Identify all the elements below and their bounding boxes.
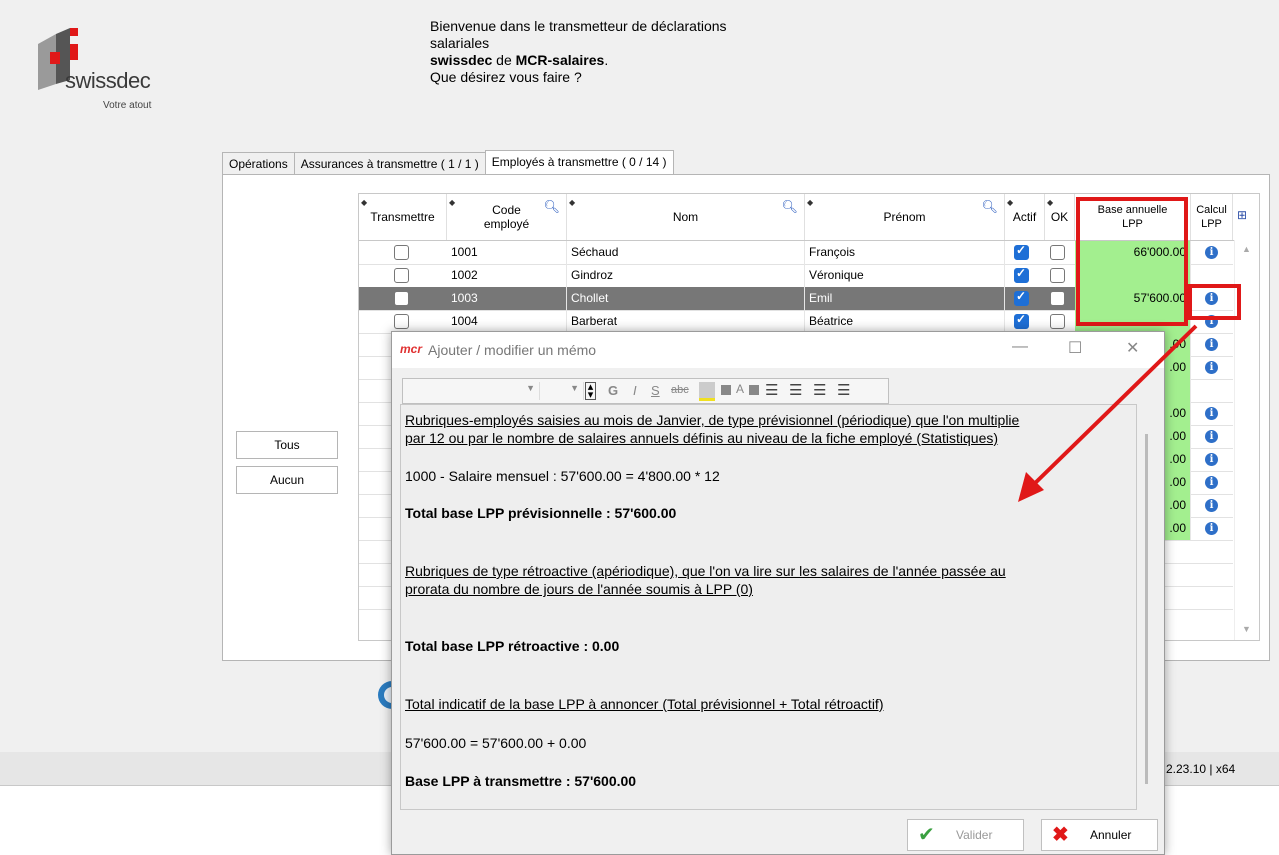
- logo-text: swissdec: [65, 68, 151, 93]
- welcome-line1: Bienvenue dans le transmetteur de déclar…: [430, 18, 727, 34]
- col-code[interactable]: ◆ Code employé 🔍︎: [447, 194, 567, 240]
- prenom-cell: Véronique: [805, 264, 1005, 287]
- memo-line: Rubriques de type rétroactive (apériodiq…: [405, 563, 1006, 579]
- info-icon[interactable]: i: [1205, 522, 1218, 535]
- actif-checkbox[interactable]: [1014, 289, 1029, 306]
- nom-cell: Chollet: [567, 287, 805, 310]
- check-icon: ✔: [918, 824, 935, 846]
- size-select[interactable]: ▼: [543, 382, 584, 400]
- font-color-dropdown-icon[interactable]: [749, 385, 759, 395]
- logo-subtitle: Votre atout: [103, 100, 152, 111]
- format-toolbar: ▼ ▼ ▴ ▾ G I S abc A ☰ ☰ ☰ ☰: [402, 378, 889, 404]
- nom-cell: Barberat: [567, 310, 805, 333]
- prenom-cell: Béatrice: [805, 310, 1005, 333]
- valider-button[interactable]: ✔ Valider: [907, 819, 1024, 851]
- memo-line: Total base LPP prévisionnelle : 57'600.0…: [405, 505, 677, 521]
- memo-line: Total base LPP rétroactive : 0.00: [405, 638, 620, 654]
- transmettre-checkbox[interactable]: [394, 245, 409, 260]
- col-prenom[interactable]: ◆ Prénom 🔍︎: [805, 194, 1005, 240]
- col-ok[interactable]: ◆ OK: [1045, 194, 1075, 240]
- align-justify-icon[interactable]: ☰: [837, 381, 850, 399]
- col-calcul-lpp[interactable]: Calcul LPP: [1191, 194, 1233, 240]
- memo-line: prorata du nombre de jours de l'année so…: [405, 581, 753, 597]
- col-nom[interactable]: ◆ Nom 🔍︎: [567, 194, 805, 240]
- dialog-title: Ajouter / modifier un mémo: [428, 342, 597, 358]
- bold-button[interactable]: G: [608, 383, 618, 398]
- memo-line: 1000 - Salaire mensuel : 57'600.00 = 4'8…: [405, 468, 720, 484]
- annuler-button[interactable]: ✖ Annuler: [1041, 819, 1158, 851]
- ok-checkbox[interactable]: [1050, 291, 1065, 306]
- nom-cell: Séchaud: [567, 241, 805, 264]
- code-cell: 1003: [447, 287, 567, 310]
- code-cell: 1001: [447, 241, 567, 264]
- align-center-icon[interactable]: ☰: [789, 381, 802, 399]
- search-icon[interactable]: 🔍︎: [981, 200, 998, 214]
- strike-button[interactable]: S: [651, 383, 660, 398]
- code-cell: 1002: [447, 264, 567, 287]
- tab-employes[interactable]: Employés à transmettre ( 0 / 14 ): [484, 150, 674, 175]
- highlight-calcul-lpp: [1188, 284, 1241, 320]
- prenom-cell: Emil: [805, 287, 1005, 310]
- font-select[interactable]: ▼: [405, 382, 540, 400]
- memo-line: Base LPP à transmettre : 57'600.00: [405, 773, 637, 789]
- col-actif[interactable]: ◆ Actif: [1005, 194, 1045, 240]
- welcome-line3: swissdec de MCR-salaires.: [430, 52, 609, 68]
- search-icon[interactable]: 🔍︎: [543, 200, 560, 214]
- ok-checkbox[interactable]: [1050, 268, 1065, 283]
- actif-checkbox[interactable]: [1014, 266, 1029, 283]
- col-transmettre[interactable]: ◆ Transmettre: [359, 194, 447, 240]
- tab-assurances[interactable]: Assurances à transmettre ( 1 / 1 ): [293, 152, 486, 175]
- welcome-line2: salariales: [430, 35, 490, 51]
- color-dropdown-icon[interactable]: [721, 385, 731, 395]
- code-cell: 1004: [447, 310, 567, 333]
- version-label: 2.23.10 | x64: [1166, 762, 1236, 776]
- memo-line: 57'600.00 = 57'600.00 + 0.00: [405, 735, 587, 751]
- search-icon[interactable]: 🔍︎: [781, 200, 798, 214]
- memo-line: Rubriques-employés saisies au mois de Ja…: [405, 412, 1020, 428]
- transmettre-checkbox[interactable]: [394, 268, 409, 283]
- highlight-base-lpp: [1076, 197, 1188, 326]
- scroll-down-icon[interactable]: ▼: [1242, 624, 1251, 634]
- transmettre-checkbox[interactable]: [394, 314, 409, 329]
- annotation-arrow-icon: [1018, 324, 1198, 502]
- strikethrough-button[interactable]: abc: [671, 384, 689, 396]
- font-color-icon[interactable]: A: [736, 382, 744, 396]
- italic-button[interactable]: I: [633, 383, 637, 398]
- mcr-logo: mcr: [400, 342, 423, 356]
- scroll-up-icon[interactable]: ▲: [1242, 244, 1251, 254]
- memo-line: Total indicatif de la base LPP à annonce…: [405, 696, 884, 712]
- info-icon[interactable]: i: [1205, 246, 1218, 259]
- memo-line: par 12 ou par le nombre de salaires annu…: [405, 430, 999, 446]
- ok-checkbox[interactable]: [1050, 245, 1065, 260]
- columns-config-icon[interactable]: ⊞: [1237, 208, 1247, 222]
- aucun-button[interactable]: Aucun: [236, 466, 338, 494]
- welcome-message: Bienvenue dans le transmetteur de déclar…: [430, 18, 830, 86]
- transmettre-checkbox[interactable]: [394, 291, 409, 306]
- size-stepper[interactable]: ▴ ▾: [585, 382, 596, 401]
- tab-bar: Opérations Assurances à transmettre ( 1 …: [222, 150, 674, 175]
- nom-cell: Gindroz: [567, 264, 805, 287]
- welcome-question: Que désirez vous faire ?: [430, 69, 582, 85]
- tab-operations[interactable]: Opérations: [222, 152, 295, 175]
- actif-checkbox[interactable]: [1014, 243, 1029, 260]
- cross-icon: ✖: [1052, 824, 1069, 846]
- align-left-icon[interactable]: ☰: [765, 381, 778, 399]
- align-right-icon[interactable]: ☰: [813, 381, 826, 399]
- tous-button[interactable]: Tous: [236, 431, 338, 459]
- prenom-cell: François: [805, 241, 1005, 264]
- highlight-color-icon[interactable]: [699, 382, 715, 401]
